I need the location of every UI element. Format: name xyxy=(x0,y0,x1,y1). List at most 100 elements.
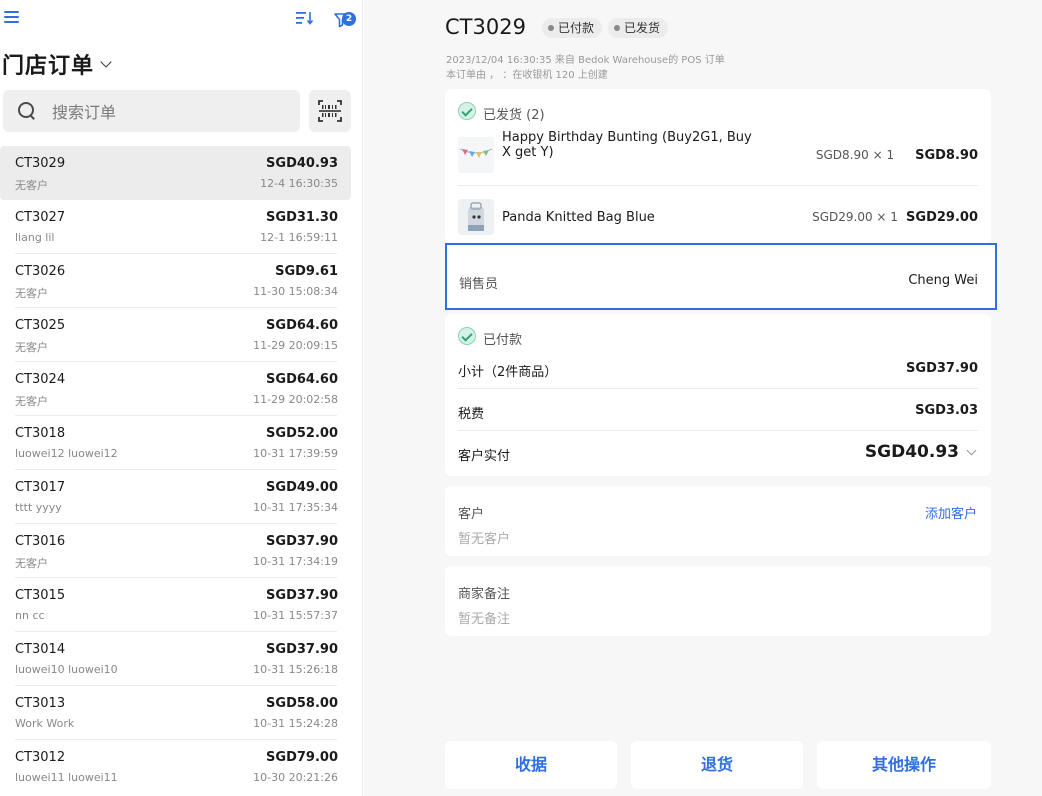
order-time: 11-29 20:02:58 xyxy=(253,393,338,406)
order-list-item[interactable]: CT3012 SGD79.00 luowei11 luowei11 10-30 20:… xyxy=(0,740,351,794)
order-list: CT3029 SGD40.93 无客户 12-4 16:30:35 CT3027 SGD3… xyxy=(0,146,351,794)
order-time: 10-31 17:35:34 xyxy=(253,501,338,514)
top-toolbar: 2 xyxy=(0,6,363,32)
order-id: CT3014 xyxy=(15,642,66,657)
order-amount: SGD37.90 xyxy=(266,588,338,603)
order-customer: 无客户 xyxy=(15,287,48,300)
product-name: Happy Birthday Bunting (Buy2G1, Buy X ge… xyxy=(502,130,752,160)
order-customer: tttt yyyy xyxy=(15,501,62,514)
sort-icon[interactable] xyxy=(295,10,315,26)
shipped-items-card: 已发货 (2) Happy Birthday Bunting (Buy2G1, … xyxy=(445,89,991,243)
order-customer: nn cc xyxy=(15,609,45,622)
product-thumbnail xyxy=(458,137,494,173)
order-customer: 无客户 xyxy=(15,395,48,408)
line-item[interactable]: Panda Knitted Bag Blue SGD29.00 × 1 SGD2… xyxy=(445,186,991,248)
order-id: CT3029 xyxy=(15,156,66,171)
order-list-item[interactable]: CT3027 SGD31.30 liang lil 12-1 16:59:11 xyxy=(0,200,351,254)
order-customer: luowei11 luowei11 xyxy=(15,771,118,784)
paid-status-badge: 已付款 xyxy=(542,18,603,38)
order-time: 12-1 16:59:11 xyxy=(260,231,338,244)
order-amount: SGD37.90 xyxy=(266,642,338,657)
product-thumbnail xyxy=(458,199,494,235)
shipped-label: 已发货 (2) xyxy=(483,108,545,123)
order-amount: SGD31.30 xyxy=(266,210,338,225)
order-list-item[interactable]: CT3013 SGD58.00 Work Work 10-31 15:24:28 xyxy=(0,686,351,740)
filter-count-badge: 2 xyxy=(342,12,356,26)
order-list-item[interactable]: CT3014 SGD37.90 luowei10 luowei10 10-31 15:… xyxy=(0,632,351,686)
barcode-scan-icon xyxy=(318,100,342,122)
order-id: CT3015 xyxy=(15,588,66,603)
order-list-item[interactable]: CT3026 SGD9.61 无客户 11-30 15:08:34 xyxy=(0,254,351,308)
check-circle-icon xyxy=(458,102,476,120)
order-id: CT3026 xyxy=(15,264,66,279)
menu-icon[interactable] xyxy=(4,10,20,24)
order-list-item[interactable]: CT3024 SGD64.60 无客户 11-29 20:02:58 xyxy=(0,362,351,416)
order-list-item[interactable]: CT3018 SGD52.00 luowei12 luowei12 10-31 17:… xyxy=(0,416,351,470)
order-meta-source: 2023/12/04 16:30:35 来自 Bedok Warehouse的 … xyxy=(446,55,725,66)
product-line-total: SGD29.00 xyxy=(906,210,978,225)
salesperson-row[interactable]: 销售员 Cheng Wei xyxy=(445,243,997,310)
order-detail-panel: CT3029 已付款 已发货 2023/12/04 16:30:35 来自 Be… xyxy=(364,0,1042,796)
order-id-title: CT3029 xyxy=(445,15,526,39)
salesperson-value: Cheng Wei xyxy=(908,273,978,288)
order-time: 11-30 15:08:34 xyxy=(253,285,338,298)
add-customer-link[interactable]: 添加客户 xyxy=(925,503,977,522)
search-placeholder: 搜索订单 xyxy=(52,103,117,122)
tax-label: 税费 xyxy=(458,407,485,422)
order-amount: SGD49.00 xyxy=(266,480,338,495)
search-input[interactable]: 搜索订单 xyxy=(3,90,300,132)
no-customer-text: 暂无客户 xyxy=(458,532,511,547)
more-actions-button[interactable]: 其他操作 xyxy=(817,741,991,789)
search-icon xyxy=(18,102,36,120)
barcode-scan-button[interactable] xyxy=(309,90,351,132)
order-amount: SGD64.60 xyxy=(266,318,338,333)
order-amount: SGD58.00 xyxy=(266,696,338,711)
order-list-item[interactable]: CT3015 SGD37.90 nn cc 10-31 15:57:37 xyxy=(0,578,351,632)
order-amount: SGD40.93 xyxy=(266,156,338,171)
order-id: CT3016 xyxy=(15,534,66,549)
order-amount: SGD52.00 xyxy=(266,426,338,441)
order-time: 10-30 20:21:26 xyxy=(253,771,338,784)
product-unit-price: SGD8.90 × 1 xyxy=(815,148,895,162)
order-customer: 无客户 xyxy=(15,341,48,354)
customer-card: 客户 添加客户 暂无客户 xyxy=(445,486,991,556)
product-line-total: SGD8.90 xyxy=(915,148,978,163)
product-name: Panda Knitted Bag Blue xyxy=(502,210,655,225)
order-time: 10-31 15:26:18 xyxy=(253,663,338,676)
order-id: CT3018 xyxy=(15,426,66,441)
order-customer: luowei10 luowei10 xyxy=(15,663,118,676)
chevron-down-icon xyxy=(100,56,112,68)
merchant-note-label: 商家备注 xyxy=(458,587,511,602)
receipt-button[interactable]: 收据 xyxy=(445,741,617,789)
line-item[interactable]: Happy Birthday Bunting (Buy2G1, Buy X ge… xyxy=(445,124,991,186)
order-id: CT3025 xyxy=(15,318,66,333)
page-title: 门店订单 xyxy=(2,54,95,79)
order-time: 10-31 15:24:28 xyxy=(253,717,338,730)
payment-card: 已付款 小计（2件商品） SGD37.90 税费 SGD3.03 客户实付 SG… xyxy=(445,314,991,476)
no-note-text: 暂无备注 xyxy=(458,612,511,627)
order-list-item[interactable]: CT3029 SGD40.93 无客户 12-4 16:30:35 xyxy=(0,146,351,200)
subtotal-value: SGD37.90 xyxy=(906,361,978,376)
order-meta-created: 本订单由 ， ：在收银机 120 上创建 xyxy=(446,70,608,81)
store-orders-dropdown[interactable]: 门店订单 xyxy=(2,48,112,80)
order-amount: SGD64.60 xyxy=(266,372,338,387)
refund-button[interactable]: 退货 xyxy=(631,741,803,789)
order-time: 12-4 16:30:35 xyxy=(260,177,338,190)
order-time: 10-31 17:39:59 xyxy=(253,447,338,460)
shipped-status-badge: 已发货 xyxy=(608,18,669,38)
order-time: 10-31 17:34:19 xyxy=(253,555,338,568)
order-id: CT3024 xyxy=(15,372,66,387)
order-amount: SGD79.00 xyxy=(266,750,338,765)
order-list-item[interactable]: CT3017 SGD49.00 tttt yyyy 10-31 17:35:34 xyxy=(0,470,351,524)
order-list-item[interactable]: CT3016 SGD37.90 无客户 10-31 17:34:19 xyxy=(0,524,351,578)
subtotal-label: 小计（2件商品） xyxy=(458,365,558,380)
order-id: CT3012 xyxy=(15,750,66,765)
order-customer: 无客户 xyxy=(15,179,48,192)
order-customer: Work Work xyxy=(15,717,75,730)
paid-total-value[interactable]: SGD40.93 xyxy=(865,442,959,462)
order-list-item[interactable]: CT3025 SGD64.60 无客户 11-29 20:09:15 xyxy=(0,308,351,362)
paid-total-label: 客户实付 xyxy=(458,449,511,464)
merchant-note-card: 商家备注 暂无备注 xyxy=(445,566,991,636)
chevron-down-icon[interactable] xyxy=(966,445,977,456)
order-id: CT3017 xyxy=(15,480,66,495)
